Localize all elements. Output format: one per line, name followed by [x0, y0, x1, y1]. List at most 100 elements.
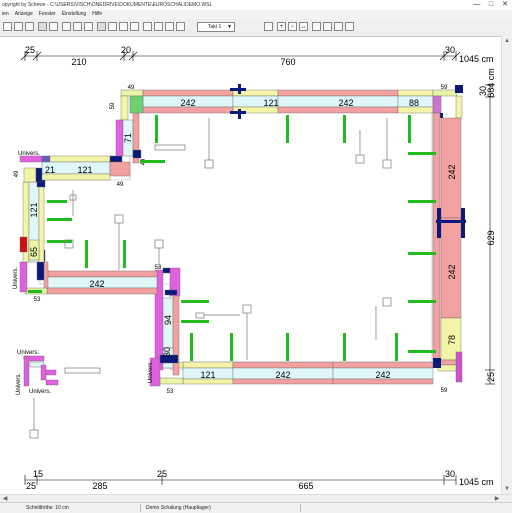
takt-select[interactable]: Takt 1 ▼ — [197, 22, 235, 32]
dim-top-d: 210 — [71, 57, 86, 67]
grid-icon[interactable] — [108, 22, 117, 31]
bottom-dimension — [24, 475, 457, 485]
help-icon[interactable] — [345, 22, 354, 31]
chevron-down-icon: ▼ — [227, 24, 232, 30]
minimize-button[interactable]: — — [470, 0, 484, 10]
menu-bar: ien Anzeige Fenster Einstellung Hilfe — [0, 10, 512, 19]
size-label: 49 — [14, 170, 20, 177]
refresh-icon[interactable] — [312, 22, 321, 31]
size-label: 49 — [117, 182, 124, 188]
corner-tool-icon[interactable] — [84, 22, 93, 31]
panel-label: 65 — [29, 247, 39, 257]
univers-label: Univers. — [17, 350, 39, 356]
calc-icon[interactable] — [143, 22, 152, 31]
new-icon[interactable] — [3, 22, 12, 31]
dim-top-c: 30 — [445, 45, 455, 55]
size-label: 53 — [34, 297, 41, 303]
corner-element — [23, 355, 59, 387]
dim-bot-f: 665 — [298, 481, 313, 491]
close-button[interactable]: ✕ — [498, 0, 512, 10]
panel-label: 71 — [123, 133, 133, 143]
vertical-scrollbar[interactable]: ▲ ▼ — [501, 36, 512, 494]
panel-label: 242 — [89, 279, 104, 289]
menu-einstellung[interactable]: Einstellung — [62, 10, 86, 19]
drawing-canvas[interactable]: 25 20 30 210 760 1045 cm 30 684 cm 629 2… — [0, 36, 502, 494]
dim-bot-b: 25 — [157, 469, 167, 479]
table-icon[interactable] — [154, 22, 163, 31]
panel-label: 21 — [45, 165, 55, 175]
export-icon[interactable] — [165, 22, 174, 31]
menu-anzeige[interactable]: Anzeige — [15, 10, 33, 19]
panel-label: 242 — [447, 164, 457, 179]
dim-right-b: 684 cm — [486, 68, 496, 98]
dim-bot-e: 285 — [92, 481, 107, 491]
preview-icon[interactable] — [49, 22, 58, 31]
dim-bot-a: 15 — [33, 469, 43, 479]
scroll-down-icon[interactable]: ▼ — [503, 485, 511, 493]
status-separator — [140, 504, 141, 512]
list-icon[interactable] — [130, 22, 139, 31]
panel-label: 121 — [77, 165, 92, 175]
dim-right-c: 629 — [486, 230, 496, 245]
wall-inner-outline — [39, 109, 433, 371]
pan-button[interactable]: ↔ — [299, 22, 308, 31]
zoom-out-button[interactable]: − — [288, 22, 297, 31]
univers-label: Univers. — [148, 361, 154, 383]
undo-icon[interactable] — [323, 22, 332, 31]
panel-label: 30 — [162, 347, 172, 357]
dim-top-total: 1045 cm — [459, 54, 494, 64]
open-icon[interactable] — [14, 22, 23, 31]
panel-label: 121 — [29, 202, 39, 217]
panel-label: 78 — [447, 335, 457, 345]
takt-select-value: Takt 1 — [208, 24, 222, 30]
wall-tool-icon[interactable] — [62, 22, 71, 31]
dim-bot-total: 1045 cm — [459, 477, 494, 487]
size-label: 49 — [128, 85, 135, 91]
dim-top-e: 760 — [280, 57, 295, 67]
size-label: 59 — [441, 85, 448, 91]
panel-label: 121 — [263, 98, 278, 108]
univers-label: Univers. — [18, 151, 40, 157]
fit-view-icon[interactable] — [264, 22, 273, 31]
panel-label: 242 — [375, 370, 390, 380]
maximize-button[interactable]: □ — [484, 0, 498, 10]
size-label: 59 — [110, 102, 116, 109]
dim-bot-d: 25 — [26, 481, 36, 491]
dim-top-a: 25 — [25, 45, 35, 55]
univers-label: Univers. — [29, 389, 51, 395]
size-label: 53 — [167, 389, 174, 395]
toolbar: Takt 1 ▼ + − ↔ — [0, 19, 512, 37]
print-icon[interactable] — [38, 22, 47, 31]
panel-label: 242 — [275, 370, 290, 380]
layer-icon[interactable] — [119, 22, 128, 31]
panel-label: 242 — [338, 98, 353, 108]
zoom-in-button[interactable]: + — [277, 22, 286, 31]
univers-label: Univers. — [16, 373, 22, 395]
element-tool-icon[interactable] — [73, 22, 82, 31]
status-bar: Schnitthöhe: 10 cm Demo Schalung (Hauptl… — [0, 502, 512, 513]
size-label: 53 — [155, 265, 162, 271]
window-controls: — □ ✕ — [470, 0, 512, 10]
save-icon[interactable] — [25, 22, 34, 31]
top-dimension — [20, 51, 461, 61]
dim-right-d: 25 — [486, 372, 496, 382]
size-label: 59 — [441, 388, 448, 394]
title-bar: opyright by Schewe - C:\USERS\VISCH\ONED… — [0, 0, 512, 10]
dim-bot-c: 30 — [445, 469, 455, 479]
menu-fenster[interactable]: Fenster — [39, 10, 56, 19]
measure-icon[interactable] — [97, 22, 106, 31]
window-title: opyright by Schewe - C:\USERS\VISCH\ONED… — [2, 2, 213, 8]
dim-top-b: 20 — [121, 45, 131, 55]
status-separator — [300, 504, 301, 512]
panel-label: 121 — [200, 370, 215, 380]
scroll-up-icon[interactable]: ▲ — [503, 37, 511, 45]
menu-datei[interactable]: ien — [2, 10, 9, 19]
redo-icon[interactable] — [334, 22, 343, 31]
bracing-props — [28, 115, 436, 361]
settings-icon[interactable] — [176, 22, 185, 31]
panel-label: 242 — [447, 264, 457, 279]
panel-label: 242 — [180, 98, 195, 108]
panel-label: 88 — [409, 98, 419, 108]
menu-hilfe[interactable]: Hilfe — [92, 10, 102, 19]
inner-vertical-wall — [115, 95, 144, 164]
